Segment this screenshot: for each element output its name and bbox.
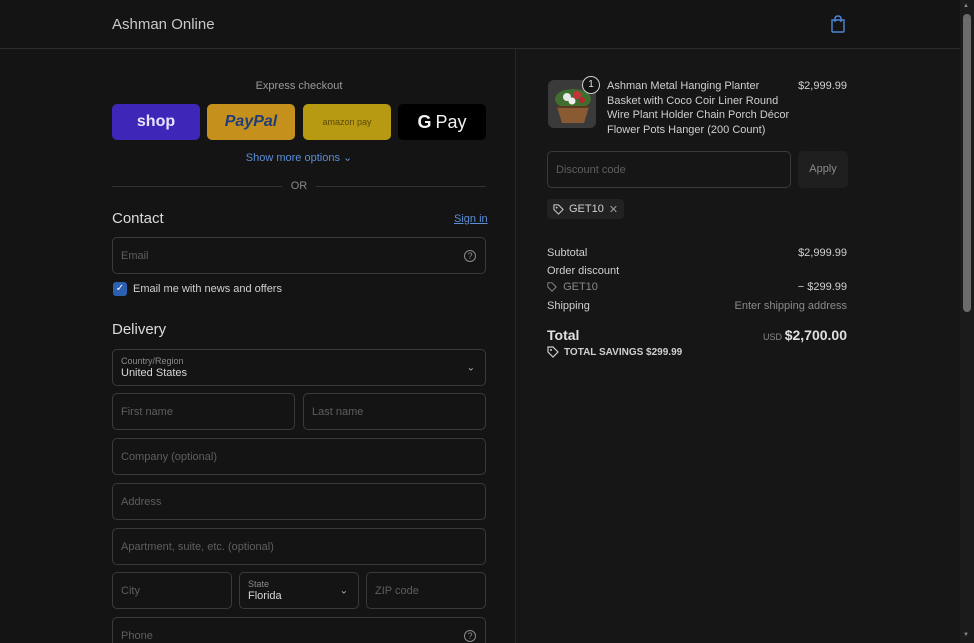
apply-button[interactable]: Apply <box>798 151 848 188</box>
shipping-value: Enter shipping address <box>734 300 847 312</box>
close-icon[interactable]: ✕ <box>609 203 618 216</box>
order-discount-label: Order discount <box>547 265 620 277</box>
header: Ashman Online <box>0 0 960 49</box>
checkout-form-panel: Express checkout shop PayPal amazon pay … <box>0 49 516 643</box>
scrollbar[interactable]: ▲ ▼ <box>960 0 974 643</box>
scroll-down-arrow-icon[interactable]: ▼ <box>963 632 969 638</box>
country-select[interactable]: Country/Region United States ⌄ <box>112 349 486 386</box>
scroll-up-arrow-icon[interactable]: ▲ <box>963 3 969 9</box>
shop-pay-button[interactable]: shop <box>112 104 200 140</box>
subtotal-label: Subtotal <box>547 247 588 259</box>
discount-value: − $299.99 <box>797 281 847 293</box>
phone-field[interactable]: Phone ? <box>112 617 486 643</box>
total-savings: TOTAL SAVINGS $299.99 <box>547 346 682 358</box>
total-label: Total <box>547 327 580 343</box>
divider-left <box>112 186 282 187</box>
product-name: Ashman Metal Hanging Planter Basket with… <box>607 80 790 136</box>
city-field[interactable]: City <box>112 572 232 609</box>
zip-placeholder: ZIP code <box>375 584 419 597</box>
applied-code: GET10 <box>569 203 604 215</box>
total-value: $2,700.00 <box>784 327 847 343</box>
delivery-heading: Delivery <box>112 321 167 338</box>
apartment-placeholder: Apartment, suite, etc. (optional) <box>121 540 274 553</box>
discount-code: GET10 <box>563 281 598 293</box>
phone-placeholder: Phone <box>121 629 153 642</box>
discount-code-field[interactable]: Discount code <box>547 151 791 188</box>
chevron-down-icon: ⌄ <box>339 585 348 596</box>
order-summary-panel: 1 Ashman Metal Hanging Planter Basket wi… <box>516 49 960 643</box>
last-name-field[interactable]: Last name <box>303 393 486 430</box>
company-placeholder: Company (optional) <box>121 450 217 463</box>
discount-detail-row: GET10 − $299.99 <box>547 281 847 293</box>
chevron-down-icon: ⌄ <box>466 362 475 373</box>
savings-text: TOTAL SAVINGS $299.99 <box>564 346 683 358</box>
state-label: State <box>248 579 270 589</box>
newsletter-checkbox[interactable]: ✓ <box>113 282 127 296</box>
first-name-field[interactable]: First name <box>112 393 295 430</box>
scrollbar-thumb[interactable] <box>963 14 971 312</box>
apartment-field[interactable]: Apartment, suite, etc. (optional) <box>112 528 486 565</box>
help-icon[interactable]: ? <box>464 249 476 262</box>
applied-discount-chip: GET10 ✕ <box>547 199 625 219</box>
gpay-label: Pay <box>435 111 467 132</box>
show-more-options-link[interactable]: Show more options ⌄ <box>112 151 486 164</box>
tag-icon <box>553 203 564 215</box>
or-divider-text: OR <box>290 180 308 192</box>
paypal-button[interactable]: PayPal <box>207 104 295 140</box>
shipping-label: Shipping <box>547 300 590 312</box>
shopping-bag-icon[interactable] <box>830 15 846 33</box>
tag-icon <box>547 282 557 292</box>
last-name-placeholder: Last name <box>312 405 364 418</box>
amazon-pay-button[interactable]: amazon pay <box>303 104 391 140</box>
sign-in-link[interactable]: Sign in <box>454 213 488 225</box>
shipping-row: Shipping Enter shipping address <box>547 300 847 312</box>
first-name-placeholder: First name <box>121 405 173 418</box>
contact-heading: Contact <box>112 210 164 227</box>
subtotal-value: $2,999.99 <box>798 247 847 259</box>
divider-right <box>316 186 486 187</box>
discount-placeholder: Discount code <box>556 164 626 176</box>
email-field[interactable]: Email ? <box>112 237 486 274</box>
zip-field[interactable]: ZIP code <box>366 572 486 609</box>
help-icon[interactable]: ? <box>464 629 476 642</box>
state-value: Florida <box>248 590 282 602</box>
quantity-badge: 1 <box>582 76 600 94</box>
subtotal-row: Subtotal $2,999.99 <box>547 247 847 259</box>
city-placeholder: City <box>121 584 140 597</box>
country-value: United States <box>121 367 188 379</box>
address-placeholder: Address <box>121 495 162 508</box>
country-label: Country/Region <box>121 356 184 366</box>
order-discount-row: Order discount <box>547 265 847 277</box>
company-field[interactable]: Company (optional) <box>112 438 486 475</box>
total-currency: USD <box>762 332 782 342</box>
tag-icon <box>547 346 559 358</box>
google-pay-button[interactable]: G Pay <box>398 104 486 140</box>
state-select[interactable]: State Florida ⌄ <box>239 572 359 609</box>
newsletter-label: Email me with news and offers <box>133 283 282 295</box>
email-placeholder: Email <box>121 249 149 262</box>
express-checkout-label: Express checkout <box>255 80 343 92</box>
google-g-icon: G <box>417 111 432 132</box>
product-price: $2,999.99 <box>798 80 847 92</box>
brand-name[interactable]: Ashman Online <box>112 16 215 33</box>
address-field[interactable]: Address <box>112 483 486 520</box>
